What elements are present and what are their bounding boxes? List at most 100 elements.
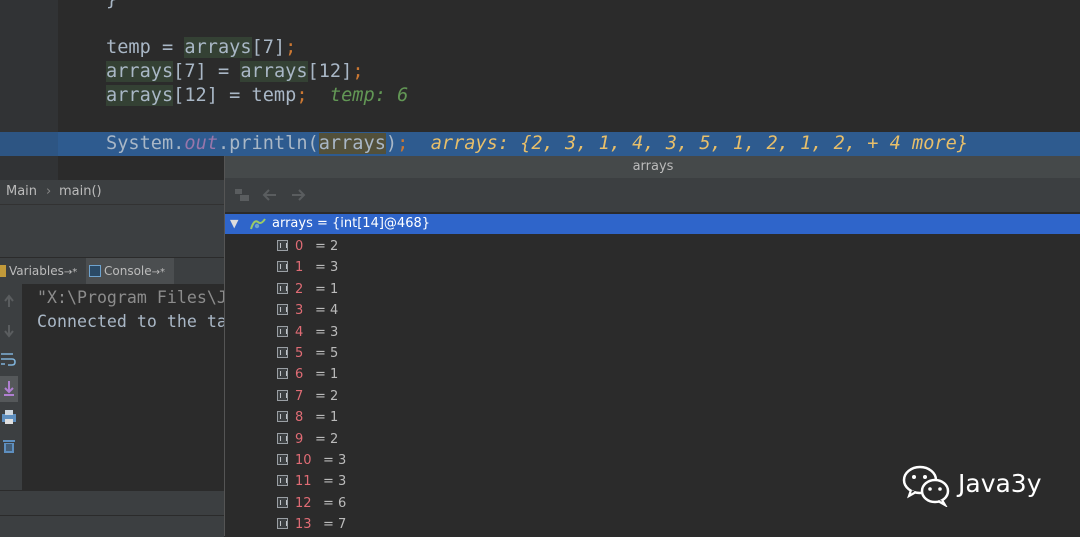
- watermark: Java3y: [902, 463, 1062, 507]
- class-text: System.: [106, 133, 185, 154]
- element-index: 13: [295, 517, 312, 533]
- status-area: [0, 490, 224, 537]
- array-variable-icon: [250, 218, 266, 230]
- array-element-row[interactable]: 3 = 4: [225, 300, 1080, 321]
- element-index: 10: [295, 453, 312, 468]
- element-value: = 4: [315, 303, 339, 319]
- primitive-value-icon: [277, 304, 288, 316]
- semicolon: ;: [397, 133, 409, 154]
- back-icon[interactable]: [262, 188, 278, 202]
- tree-root-row[interactable]: ▼ arrays = {int[14]@468}: [225, 214, 1080, 234]
- root-variable-label: arrays = {int[14]@468}: [272, 216, 431, 231]
- semicolon: ;: [285, 37, 297, 58]
- element-index: 1: [295, 260, 304, 276]
- popup-toolbar: [225, 178, 1080, 212]
- array-element-row[interactable]: 5 = 5: [225, 343, 1080, 364]
- breadcrumb-method[interactable]: main(): [59, 180, 102, 204]
- soft-wrap-icon[interactable]: [0, 350, 18, 368]
- watermark-text: Java3y: [958, 469, 1042, 498]
- breadcrumb: Main › main(): [0, 180, 224, 205]
- primitive-value-icon: [277, 368, 288, 380]
- tab-pin-marker: →*: [63, 267, 78, 278]
- var-arrays[interactable]: arrays: [240, 61, 308, 82]
- wechat-icon: [902, 465, 950, 507]
- element-value: = 2: [315, 431, 339, 447]
- scroll-to-end-toggle[interactable]: [0, 376, 18, 402]
- element-index: 9: [295, 431, 304, 447]
- var-arrays[interactable]: arrays: [106, 85, 174, 106]
- element-value: = 7: [323, 517, 347, 533]
- scroll-down-icon[interactable]: [0, 322, 18, 340]
- tab-variables[interactable]: Variables→*: [0, 258, 84, 284]
- primitive-value-icon: [277, 518, 288, 530]
- element-index: 3: [295, 303, 304, 319]
- code-line-temp: temp = arrays[7];: [0, 36, 1080, 60]
- debug-tab-bar: Variables→* Console→*: [0, 257, 224, 285]
- console-output[interactable]: "X:\Program Files\Java\jdk1.8.0_131\bin\…: [22, 284, 224, 490]
- element-index: 7: [295, 388, 304, 404]
- element-value: = 3: [323, 474, 347, 490]
- inline-value-hint: arrays: {2, 3, 1, 4, 3, 5, 1, 2, 1, 2, +…: [430, 133, 969, 154]
- execution-gutter: [0, 132, 58, 156]
- index-text: [12]: [307, 61, 353, 82]
- variables-icon: [0, 265, 6, 277]
- scroll-to-end-icon: [4, 381, 14, 396]
- trash-icon[interactable]: [0, 436, 18, 454]
- element-index: 2: [295, 281, 304, 297]
- tab-console[interactable]: Console→*: [86, 258, 174, 284]
- array-element-row[interactable]: 4 = 3: [225, 322, 1080, 343]
- array-element-row[interactable]: 7 = 2: [225, 386, 1080, 407]
- print-icon[interactable]: [0, 408, 18, 426]
- element-value: = 3: [315, 324, 339, 340]
- hierarchy-icon[interactable]: [234, 188, 250, 202]
- console-line-connected: Connected to the target VM: [37, 312, 224, 331]
- var-arrays[interactable]: arrays: [184, 37, 252, 58]
- code-line-brace: }: [0, 0, 1080, 12]
- index-text: [12]: [173, 85, 218, 106]
- index-text: [7]: [173, 61, 207, 82]
- scroll-up-icon[interactable]: [0, 292, 18, 310]
- primitive-value-icon: [277, 496, 288, 508]
- tab-console-label: Console: [104, 264, 152, 278]
- breadcrumb-main[interactable]: Main: [6, 180, 37, 204]
- assign-text: = temp: [217, 85, 297, 106]
- array-element-row[interactable]: 2 = 1: [225, 279, 1080, 300]
- array-element-row[interactable]: 1 = 3: [225, 257, 1080, 278]
- element-index: 8: [295, 410, 304, 426]
- tab-pin-marker: →*: [151, 267, 166, 278]
- array-element-row[interactable]: 13 = 7: [225, 514, 1080, 535]
- paren-text: ): [385, 133, 398, 154]
- element-value: = 3: [315, 260, 339, 276]
- console-side-toolbar: [0, 284, 22, 490]
- field-text: out: [184, 133, 218, 154]
- expand-arrow-icon[interactable]: ▼: [230, 214, 238, 234]
- inline-value-hint: temp: 6: [329, 85, 409, 106]
- popup-title[interactable]: arrays: [225, 156, 1080, 178]
- primitive-value-icon: [277, 282, 288, 294]
- divider: [0, 515, 224, 516]
- array-element-row[interactable]: 8 = 1: [225, 407, 1080, 428]
- element-index: 4: [295, 324, 304, 340]
- element-index: 11: [295, 474, 312, 490]
- code-editor[interactable]: } temp = arrays[7]; arrays[7] = arrays[1…: [0, 0, 1080, 180]
- element-index: 0: [295, 239, 304, 254]
- var-arrays-selected[interactable]: arrays: [318, 133, 386, 154]
- semicolon: ;: [352, 61, 364, 82]
- console-line-command: "X:\Program Files\Java\jdk1.8.0_131\bin\…: [37, 288, 224, 307]
- primitive-value-icon: [277, 432, 288, 444]
- element-index: 6: [295, 367, 304, 383]
- var-arrays[interactable]: arrays: [106, 61, 174, 82]
- array-element-row[interactable]: 0 = 2: [225, 236, 1080, 257]
- primitive-value-icon: [277, 475, 288, 487]
- element-value: = 3: [323, 453, 347, 468]
- forward-icon[interactable]: [290, 188, 306, 202]
- element-index: 12: [295, 495, 312, 511]
- element-value: = 1: [315, 367, 339, 383]
- array-element-row[interactable]: 6 = 1: [225, 364, 1080, 385]
- primitive-value-icon: [277, 240, 288, 251]
- breadcrumb-separator: ›: [46, 184, 52, 199]
- array-element-row[interactable]: 9 = 2: [225, 429, 1080, 450]
- code-line-assign2: arrays[12] = temp; temp: 6: [0, 84, 1080, 108]
- execution-point-line: System.out.println(arrays); arrays: {2, …: [0, 132, 1080, 156]
- element-value: = 1: [315, 281, 339, 297]
